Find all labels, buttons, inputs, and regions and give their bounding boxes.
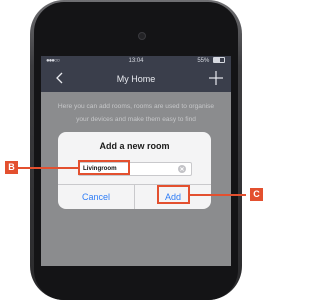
callout-label-b: B	[5, 161, 18, 174]
rooms-description: Here you can add rooms, rooms are used t…	[57, 103, 215, 123]
cancel-button[interactable]: Cancel	[58, 185, 134, 209]
status-bar: ●●●○○ 13:04 55%	[41, 56, 231, 66]
front-camera	[138, 32, 146, 40]
callout-line-b	[14, 167, 78, 169]
add-highlight-box	[157, 185, 190, 204]
callout-label-c: C	[250, 188, 263, 201]
callout-line-c	[190, 194, 246, 196]
dialog-title: Add a new room	[99, 141, 170, 151]
input-highlight-box	[78, 160, 130, 175]
page-title: My Home	[116, 74, 156, 84]
battery-indicator: 55%	[197, 56, 225, 66]
battery-icon	[213, 57, 225, 64]
battery-percent: 55%	[197, 58, 210, 64]
clear-icon[interactable]	[178, 165, 186, 173]
plus-icon[interactable]	[207, 69, 225, 87]
navigation-bar: My Home	[41, 66, 231, 92]
